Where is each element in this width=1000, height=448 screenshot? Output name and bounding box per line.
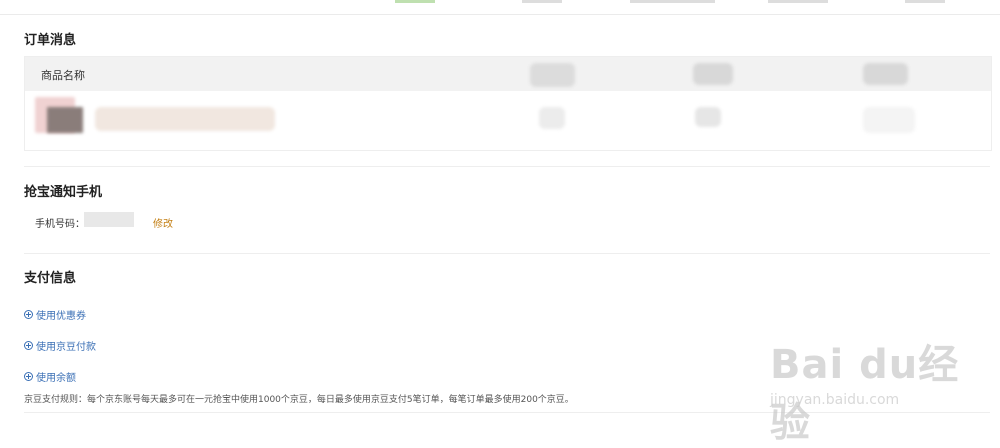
plus-circle-icon	[24, 310, 33, 319]
section-divider	[24, 166, 990, 167]
product-name-masked[interactable]	[95, 107, 275, 131]
use-balance-label[interactable]: 使用余额	[36, 369, 76, 384]
column-header-masked	[693, 63, 733, 85]
use-coupon-option[interactable]: 使用优惠券	[24, 307, 86, 322]
nav-stub[interactable]	[905, 0, 945, 3]
use-jingdou-label[interactable]: 使用京豆付款	[36, 338, 96, 353]
order-table-header: 商品名称	[25, 57, 991, 91]
plus-circle-icon	[24, 372, 33, 381]
order-table: 商品名称	[24, 56, 992, 151]
column-header-masked	[530, 63, 575, 87]
use-jingdou-option[interactable]: 使用京豆付款	[24, 338, 96, 353]
cell-masked	[539, 107, 565, 129]
plus-circle-icon	[24, 341, 33, 350]
phone-number-masked	[84, 212, 134, 227]
product-image[interactable]	[47, 107, 83, 133]
nav-stub[interactable]	[522, 0, 562, 3]
use-coupon-label[interactable]: 使用优惠券	[36, 307, 86, 322]
top-nav-strip	[0, 0, 1000, 15]
nav-stub[interactable]	[630, 0, 715, 3]
column-product-name: 商品名称	[41, 69, 85, 82]
baidu-jingyan-watermark: Bai du经验 jingyan.baidu.com	[770, 332, 1000, 448]
jingdou-payment-rules: 京豆支付规则：每个京东账号每天最多可在一元抢宝中使用1000个京豆，每日最多使用…	[24, 395, 574, 405]
payment-section-title: 支付信息	[24, 271, 77, 286]
watermark-logo: Bai du经验	[770, 342, 960, 446]
cell-masked	[863, 107, 915, 133]
use-balance-option[interactable]: 使用余额	[24, 369, 76, 384]
watermark-url: jingyan.baidu.com	[770, 392, 900, 408]
column-header-masked	[863, 63, 908, 85]
nav-stub-active[interactable]	[395, 0, 435, 3]
phone-number-label: 手机号码：	[35, 219, 85, 230]
cell-masked	[695, 107, 721, 127]
section-divider	[24, 253, 990, 254]
modify-phone-link[interactable]: 修改	[153, 215, 173, 230]
notify-section-title: 抢宝通知手机	[24, 185, 103, 200]
order-section-title: 订单消息	[24, 33, 77, 48]
nav-stub[interactable]	[768, 0, 828, 3]
